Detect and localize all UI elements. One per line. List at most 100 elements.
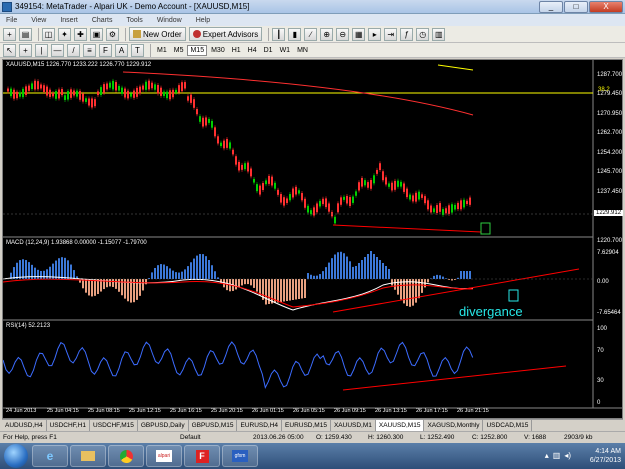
- tab-audusd-h4[interactable]: AUDUSD,H4: [2, 419, 47, 432]
- new-chart-icon[interactable]: +: [3, 27, 16, 41]
- menu-charts[interactable]: Charts: [92, 17, 113, 24]
- macd-bar: [118, 279, 120, 292]
- tab-usdchf-m15[interactable]: USDCHF,M15: [90, 419, 138, 432]
- candle-body: [379, 163, 381, 171]
- tf-m15[interactable]: M15: [187, 44, 208, 56]
- candle-body: [58, 89, 60, 99]
- indicators-icon[interactable]: ƒ: [400, 27, 414, 41]
- tile-icon[interactable]: ▦: [352, 27, 366, 41]
- candle-body: [340, 197, 342, 205]
- terminal-icon[interactable]: ▣: [90, 27, 103, 41]
- tf-w1[interactable]: W1: [277, 45, 294, 56]
- navigator-icon[interactable]: ✚: [74, 27, 87, 41]
- macd-bar: [436, 274, 438, 279]
- tab-eurusd-m15[interactable]: EURUSD,M15: [282, 419, 331, 432]
- tray-clock[interactable]: 4:14 AM 6/27/2013: [590, 447, 621, 465]
- candle-body: [190, 94, 192, 103]
- tf-d1[interactable]: D1: [261, 45, 276, 56]
- macd-bar: [37, 269, 39, 279]
- candle-body: [127, 90, 129, 99]
- tf-m1[interactable]: M1: [154, 45, 170, 56]
- candle-body: [166, 91, 168, 99]
- maximize-button[interactable]: □: [564, 1, 588, 13]
- tab-xauusd-m15[interactable]: XAUUSD,M15: [375, 419, 425, 432]
- price-chart[interactable]: [3, 60, 622, 418]
- taskbar-f[interactable]: F: [184, 445, 220, 467]
- tester-icon[interactable]: ⚙: [106, 27, 119, 41]
- trendline-icon[interactable]: /: [67, 43, 80, 57]
- candle-body: [289, 194, 291, 201]
- macd-bar: [235, 279, 237, 290]
- horizontal-line-icon[interactable]: —: [51, 43, 64, 57]
- vertical-line-icon[interactable]: |: [35, 43, 48, 57]
- templates-icon[interactable]: ▥: [432, 27, 446, 41]
- expert-advisors-label: Expert Advisors: [202, 29, 259, 39]
- fibonacci-icon[interactable]: F: [99, 43, 112, 57]
- channel-icon[interactable]: ≡: [83, 43, 96, 57]
- macd-bar: [61, 257, 63, 279]
- bar-chart-icon[interactable]: ┃: [272, 27, 286, 41]
- tab-usdcad-m15[interactable]: USDCAD,M15: [483, 419, 533, 432]
- tf-h1[interactable]: H1: [229, 45, 244, 56]
- minimize-button[interactable]: _: [539, 1, 563, 13]
- time-tick: 26 Jun 09:15: [334, 408, 366, 414]
- autoscroll-icon[interactable]: ▸: [368, 27, 382, 41]
- periods-icon[interactable]: ◷: [416, 27, 430, 41]
- volume-icon[interactable]: ◂): [564, 451, 571, 460]
- tab-xauusd-m1[interactable]: XAUUSD,M1: [331, 419, 376, 432]
- zoom-out-icon[interactable]: ⊖: [336, 27, 350, 41]
- menu-tools[interactable]: Tools: [126, 17, 142, 24]
- network-icon[interactable]: ▥: [553, 451, 561, 460]
- tab-xagusd-monthly[interactable]: XAGUSD,Monthly: [424, 419, 484, 432]
- macd-bar: [292, 279, 294, 300]
- tf-mn[interactable]: MN: [294, 45, 311, 56]
- tab-gbpusd-m15[interactable]: GBPUSD,M15: [189, 419, 238, 432]
- macd-bar: [271, 279, 273, 304]
- macd-bar: [463, 271, 465, 279]
- candle-body: [283, 197, 285, 206]
- candle-body: [169, 90, 171, 100]
- taskbar-alpari[interactable]: alpari: [146, 445, 182, 467]
- taskbar-chrome[interactable]: [108, 445, 144, 467]
- macd-bar: [91, 279, 93, 297]
- macd-bar: [295, 279, 297, 300]
- chart-shift-icon[interactable]: ⇥: [384, 27, 398, 41]
- taskbar-explorer[interactable]: [70, 445, 106, 467]
- arrow-up-icon[interactable]: ▴: [545, 451, 549, 460]
- tab-usdchf-h1[interactable]: USDCHF,H1: [47, 419, 91, 432]
- taskbar-gfxm[interactable]: gfxm: [222, 445, 258, 467]
- chart-window[interactable]: XAUUSD,M15 1226.770 1233.222 1226.770 12…: [2, 59, 624, 419]
- menu-insert[interactable]: Insert: [60, 17, 78, 24]
- start-button[interactable]: [4, 444, 28, 468]
- tf-m30[interactable]: M30: [208, 45, 228, 56]
- label-icon[interactable]: T: [131, 43, 144, 57]
- tf-m5[interactable]: M5: [171, 45, 187, 56]
- candle-body: [34, 80, 36, 90]
- tf-h4[interactable]: H4: [245, 45, 260, 56]
- menu-help[interactable]: Help: [196, 17, 210, 24]
- cursor-icon[interactable]: ↖: [3, 43, 16, 57]
- candle-body: [235, 156, 237, 165]
- new-order-button[interactable]: New Order: [129, 27, 186, 41]
- candle-body: [139, 86, 141, 94]
- close-button[interactable]: X: [589, 1, 623, 13]
- text-icon[interactable]: A: [115, 43, 128, 57]
- tab-gbpusd-daily[interactable]: GBPUSD,Daily: [138, 419, 189, 432]
- candlestick-icon[interactable]: ▮: [288, 27, 302, 41]
- candle-body: [355, 191, 357, 196]
- market-watch-icon[interactable]: ◫: [42, 27, 55, 41]
- menu-file[interactable]: File: [6, 17, 17, 24]
- menu-view[interactable]: View: [31, 17, 46, 24]
- crosshair-icon[interactable]: +: [19, 43, 32, 57]
- profiles-icon[interactable]: ▤: [19, 27, 32, 41]
- candle-body: [187, 96, 189, 101]
- expert-advisors-button[interactable]: Expert Advisors: [188, 27, 263, 41]
- taskbar-ie[interactable]: e: [32, 445, 68, 467]
- zoom-in-icon[interactable]: ⊕: [320, 27, 334, 41]
- data-window-icon[interactable]: ✦: [58, 27, 71, 41]
- tab-eurusd-h4[interactable]: EURUSD,H4: [237, 419, 283, 432]
- metatrader-icon: [2, 1, 12, 12]
- menu-window[interactable]: Window: [157, 17, 182, 24]
- candle-body: [286, 198, 288, 204]
- line-chart-icon[interactable]: ∕: [304, 27, 318, 41]
